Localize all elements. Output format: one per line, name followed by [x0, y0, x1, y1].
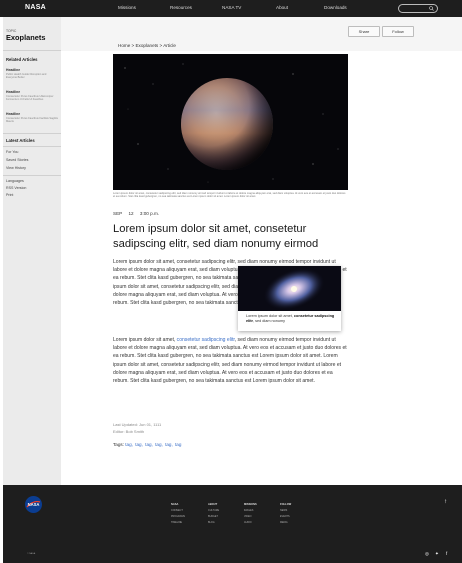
search-icon[interactable]: [429, 6, 434, 11]
date-time: 3:00 p.m.: [139, 211, 160, 216]
tag-link[interactable]: tag: [175, 442, 181, 447]
nav-link-missions[interactable]: Missions: [118, 5, 136, 10]
date-day: 12: [128, 211, 134, 216]
article-title: Lorem ipsum dolor sit amet, consetetur s…: [113, 223, 319, 250]
latest-articles-heading[interactable]: Latest Articles: [6, 138, 35, 143]
nav-link-nasa-tv[interactable]: NASA TV: [222, 5, 241, 10]
back-to-top-icon[interactable]: ↑: [444, 499, 447, 505]
follow-button[interactable]: Follow: [382, 26, 414, 37]
nav-link-resources[interactable]: Resources: [170, 5, 192, 10]
divider: [3, 175, 61, 176]
breadcrumb[interactable]: Home > Exoplanets > Article: [118, 43, 176, 48]
related-item-desc[interactable]: Public Health Guide Disruption and Every…: [6, 73, 58, 79]
date-month: SEP: [113, 211, 123, 216]
tag-link[interactable]: tag,: [125, 442, 133, 447]
instagram-icon[interactable]: ◎: [425, 551, 429, 557]
hero-image: [113, 54, 348, 190]
sidebar-link-saved-stories[interactable]: Saved Stories: [6, 158, 28, 162]
last-updated: Last Updated: Jun 01, 1111: [113, 422, 162, 427]
footer-column: NASA CONNECT PROGRAMS TIMELINE: [171, 503, 185, 524]
footer-small-text: © NASA: [27, 553, 36, 555]
nasa-meatball-logo[interactable]: NASA: [25, 496, 42, 513]
sidebar-link-rss[interactable]: RSS Version: [6, 186, 26, 190]
top-nav: NASA Missions Resources NASA TV About Do…: [0, 0, 462, 17]
nav-link-downloads[interactable]: Downloads: [324, 5, 347, 10]
tags: Tags: tag, tag, tag, tag, tag, tag: [113, 442, 182, 447]
divider: [3, 146, 61, 147]
divider: [3, 50, 61, 51]
footer-column: MISSIONS IMAGES VIDEO AUDIO: [244, 503, 257, 524]
galaxy-illustration: [238, 266, 341, 311]
exoplanet-illustration: [113, 54, 348, 190]
search-input[interactable]: [398, 4, 438, 13]
sidebar-link-for-you[interactable]: For You: [6, 150, 18, 154]
sidebar: TOPIC Exoplanets Related Articles Headli…: [3, 17, 61, 485]
footer: NASA NASA CONNECT PROGRAMS TIMELINE ABOU…: [3, 485, 462, 563]
facebook-icon[interactable]: f: [446, 551, 447, 556]
related-item-title[interactable]: Headline: [6, 112, 20, 116]
related-articles-heading: Related Articles: [6, 57, 38, 62]
tag-link[interactable]: tag,: [155, 442, 163, 447]
galaxy-image: [238, 266, 341, 311]
inset-figure: Lorem ipsum dolor sit amet, consetetur s…: [238, 266, 341, 331]
hero-caption: Lorem ipsum dolor sit amet, consetetur s…: [113, 192, 346, 199]
article-date: SEP 12 3:00 p.m.: [113, 211, 164, 216]
sidebar-link-languages[interactable]: Languages: [6, 179, 24, 183]
inline-link[interactable]: consetetur sadipscing elitr: [177, 337, 235, 343]
nasa-logo[interactable]: NASA: [25, 4, 46, 11]
editor: Editor: Bob Smith: [113, 429, 145, 434]
twitter-icon[interactable]: ✦: [435, 551, 439, 557]
nav-link-about[interactable]: About: [276, 5, 288, 10]
related-item-desc[interactable]: Consectetur Purus Faucibus Facilisis Sag…: [6, 117, 58, 123]
tag-link[interactable]: tag,: [135, 442, 143, 447]
divider: [3, 133, 61, 134]
tags-label: Tags:: [113, 442, 124, 447]
footer-column: ABOUT CULTURE BUDGET BLOG: [208, 503, 220, 524]
sidebar-link-print[interactable]: Print: [6, 193, 13, 197]
tag-link[interactable]: tag,: [145, 442, 153, 447]
sidebar-title[interactable]: Exoplanets: [6, 33, 45, 42]
article-paragraph-2: Lorem ipsum dolor sit amet, consetetur s…: [113, 337, 347, 385]
related-item-title[interactable]: Headline: [6, 90, 20, 94]
inset-caption: Lorem ipsum dolor sit amet, consetetur s…: [246, 314, 335, 324]
related-item-title[interactable]: Headline: [6, 68, 20, 72]
related-item-desc[interactable]: Consectetur Purus Faucibus Ullamcorper F…: [6, 95, 58, 101]
tag-link[interactable]: tag,: [165, 442, 173, 447]
sidebar-link-view-history[interactable]: View History: [6, 166, 26, 170]
share-button[interactable]: Share: [348, 26, 380, 37]
footer-column: FOLLOW NEWS EVENTS MEDIA: [280, 503, 292, 524]
